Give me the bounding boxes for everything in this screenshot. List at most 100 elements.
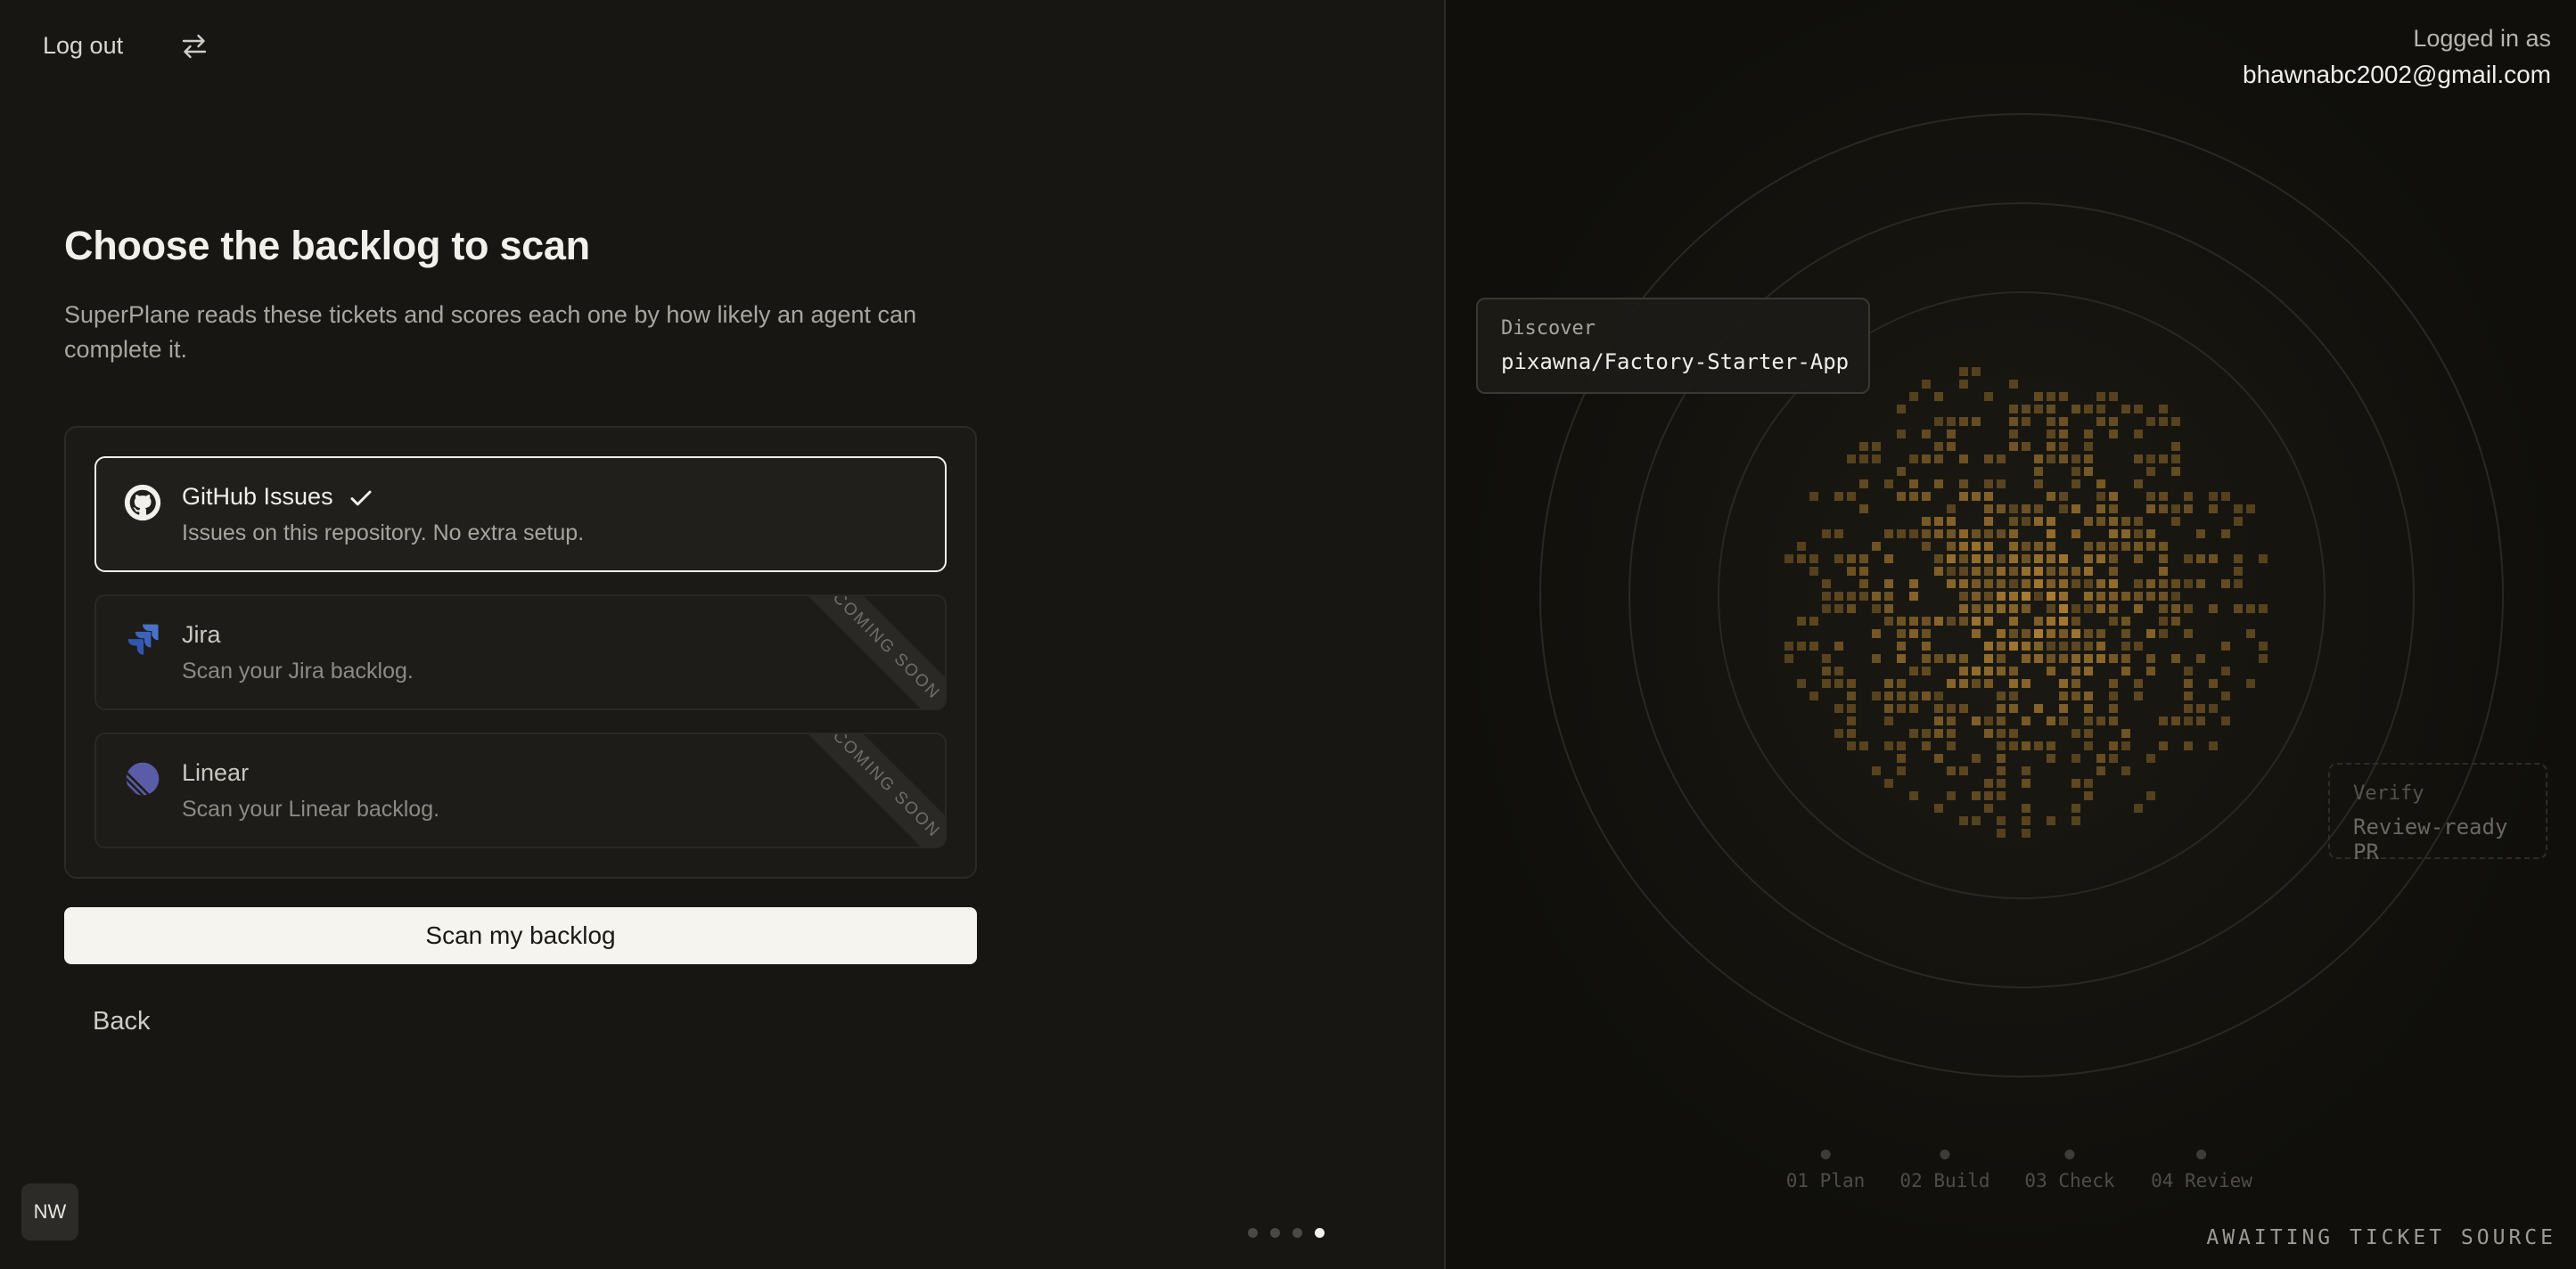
pixel-cell: [2121, 741, 2130, 750]
pagination-dot[interactable]: [1292, 1228, 1302, 1238]
pixel-cell: [1922, 741, 1931, 750]
pixel-cell: [2084, 716, 2093, 725]
pixel-cell: [2071, 779, 2080, 788]
pixel-cell: [2034, 542, 2043, 551]
pixel-cell: [1984, 804, 1993, 813]
pixel-cell: [1797, 642, 1806, 651]
pixel-cell: [2121, 629, 2130, 638]
pixel-cell: [2246, 604, 2255, 613]
pagination-dot-active[interactable]: [1315, 1228, 1325, 1238]
pixel-cell: [1834, 679, 1843, 688]
step-label: 03 Check: [2024, 1170, 2115, 1191]
step-dot: [1820, 1150, 1831, 1159]
pixel-cell: [1997, 554, 2006, 563]
option-jira: Jira Scan your Jira backlog. COMING SOON: [94, 594, 947, 710]
step-check: 03 Check: [2024, 1150, 2115, 1191]
pixel-cell: [2221, 492, 2230, 501]
pixel-cell: [2047, 430, 2055, 438]
pixel-cell: [2022, 741, 2030, 750]
step-review: 04 Review: [2151, 1150, 2252, 1191]
pixel-cell: [1847, 492, 1856, 501]
pixel-cell: [2259, 604, 2268, 613]
pixel-cell: [1922, 692, 1931, 700]
pixel-cell: [2084, 430, 2093, 438]
pixel-cell: [1797, 554, 1806, 563]
pixel-cell: [1997, 604, 2006, 613]
pixel-cell: [1972, 542, 1981, 551]
option-name: Jira: [182, 621, 221, 648]
pixel-cell: [2146, 579, 2155, 588]
pixel-cell: [2022, 629, 2030, 638]
back-button[interactable]: Back: [93, 1007, 150, 1036]
pixel-cell: [1922, 542, 1931, 551]
pixel-cell: [2196, 654, 2205, 663]
pixel-cell: [2121, 517, 2130, 526]
pixel-cell: [2047, 529, 2055, 538]
pixel-cell: [1997, 704, 2006, 713]
pixel-cell: [2047, 592, 2055, 601]
pixel-cell: [1997, 567, 2006, 576]
pixel-cell: [1972, 816, 1981, 825]
pixel-cell: [2034, 392, 2043, 401]
pixel-cell: [2071, 679, 2080, 688]
pixel-cell: [2134, 405, 2143, 413]
pixel-cell: [2159, 604, 2168, 613]
pagination-dot[interactable]: [1270, 1228, 1280, 1238]
pixel-cell: [1997, 716, 2006, 725]
pixel-cell: [2009, 642, 2018, 651]
pixel-cell: [2096, 504, 2105, 513]
pixel-cell: [1909, 392, 1918, 401]
pixel-cell: [2221, 529, 2230, 538]
pixel-cell: [2246, 629, 2255, 638]
backlog-options-panel: GitHub Issues Issues on this repository.…: [64, 426, 977, 879]
pixel-cell: [1984, 667, 1993, 675]
pixel-cell: [1972, 367, 1981, 376]
page-title: Choose the backlog to scan: [64, 223, 590, 268]
avatar[interactable]: NW: [21, 1183, 78, 1240]
pixel-cell: [2096, 716, 2105, 725]
step-label: 04 Review: [2151, 1170, 2252, 1191]
pagination-dot[interactable]: [1248, 1228, 1258, 1238]
pixel-cell: [1984, 529, 1993, 538]
pixel-cell: [1884, 604, 1893, 613]
pixel-cell: [2221, 716, 2230, 725]
pixel-cell: [2159, 554, 2168, 563]
pixel-cell: [1809, 492, 1818, 501]
pixel-cell: [1997, 642, 2006, 651]
pixel-cell: [2084, 467, 2093, 476]
pixel-cell: [2234, 567, 2243, 576]
logout-link[interactable]: Log out: [43, 32, 123, 60]
pixel-cell: [2009, 579, 2018, 588]
pixel-cell: [2009, 604, 2018, 613]
pixel-cell: [2184, 741, 2193, 750]
pixel-cell: [2221, 667, 2230, 675]
pixel-cell: [1797, 617, 1806, 626]
pixel-cell: [2184, 629, 2193, 638]
pixel-cell: [1847, 454, 1856, 463]
pixel-cell: [2059, 579, 2068, 588]
pixel-cell: [1959, 492, 1968, 501]
pixel-cell: [2209, 704, 2218, 713]
pixel-cell: [2022, 816, 2030, 825]
pixel-cell: [2146, 592, 2155, 601]
option-name: Linear: [182, 759, 250, 786]
pixel-cell: [1984, 567, 1993, 576]
pixel-cell: [1884, 617, 1893, 626]
pixel-cell: [1872, 766, 1881, 775]
pixel-cloud: [1784, 367, 2268, 838]
option-github-issues[interactable]: GitHub Issues Issues on this repository.…: [94, 456, 947, 572]
pixel-cell: [1847, 567, 1856, 576]
pixel-cell: [2196, 529, 2205, 538]
scan-backlog-button[interactable]: Scan my backlog: [64, 907, 977, 964]
pixel-cell: [2022, 567, 2030, 576]
pixel-cell: [2071, 504, 2080, 513]
swap-arrows-icon[interactable]: [178, 30, 210, 62]
pixel-cell: [1972, 417, 1981, 426]
pixel-cell: [2084, 729, 2093, 738]
pixel-cell: [2084, 779, 2093, 788]
pixel-cell: [2009, 692, 2018, 700]
pixel-cell: [2109, 741, 2118, 750]
pixel-cell: [2009, 629, 2018, 638]
pixel-cell: [1822, 579, 1831, 588]
pixel-cell: [2059, 417, 2068, 426]
